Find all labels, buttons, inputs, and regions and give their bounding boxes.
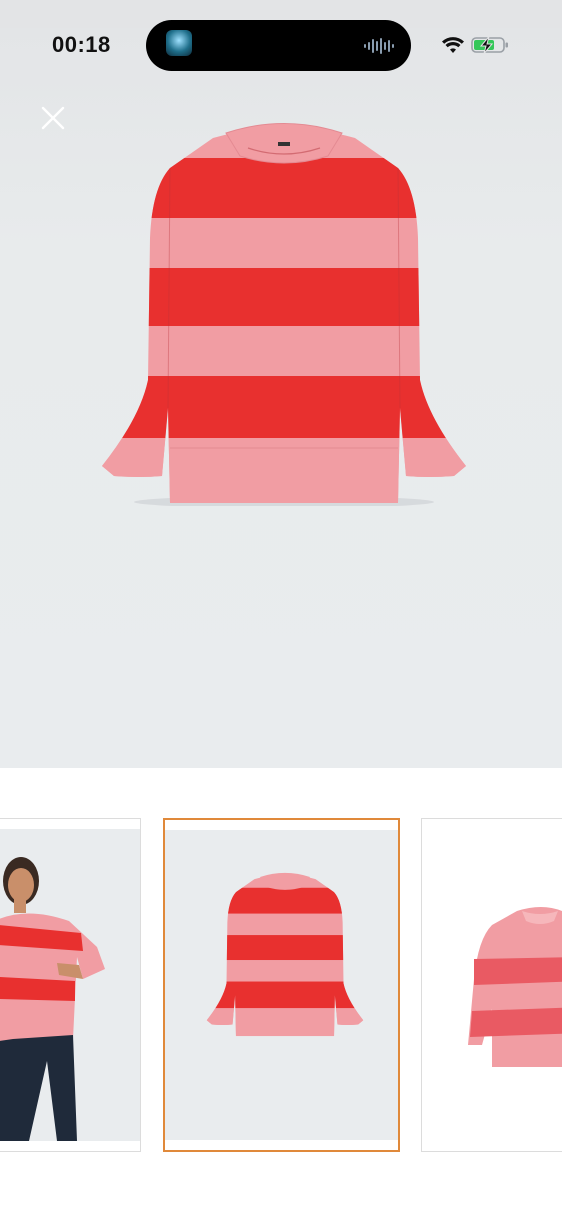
status-time: 00:18 — [52, 32, 111, 57]
close-icon[interactable] — [38, 103, 68, 133]
main-product-image[interactable] — [98, 118, 470, 506]
now-playing-artwork-icon — [166, 30, 192, 56]
model-photo — [0, 857, 105, 1141]
thumbnail-image — [165, 830, 398, 1140]
wifi-icon — [442, 37, 464, 53]
status-icons — [442, 36, 508, 54]
thumbnail-image — [0, 829, 140, 1141]
thumbnail-detail[interactable] — [421, 818, 562, 1152]
thumbnail-image — [422, 829, 562, 1141]
waveform-icon — [364, 38, 394, 54]
thumbnail-product[interactable] — [163, 818, 400, 1152]
product-photo — [206, 872, 364, 1037]
battery-charging-icon — [471, 36, 508, 54]
dynamic-island[interactable] — [146, 20, 411, 71]
thumbnail-model[interactable] — [0, 818, 141, 1152]
detail-photo — [468, 907, 562, 1067]
